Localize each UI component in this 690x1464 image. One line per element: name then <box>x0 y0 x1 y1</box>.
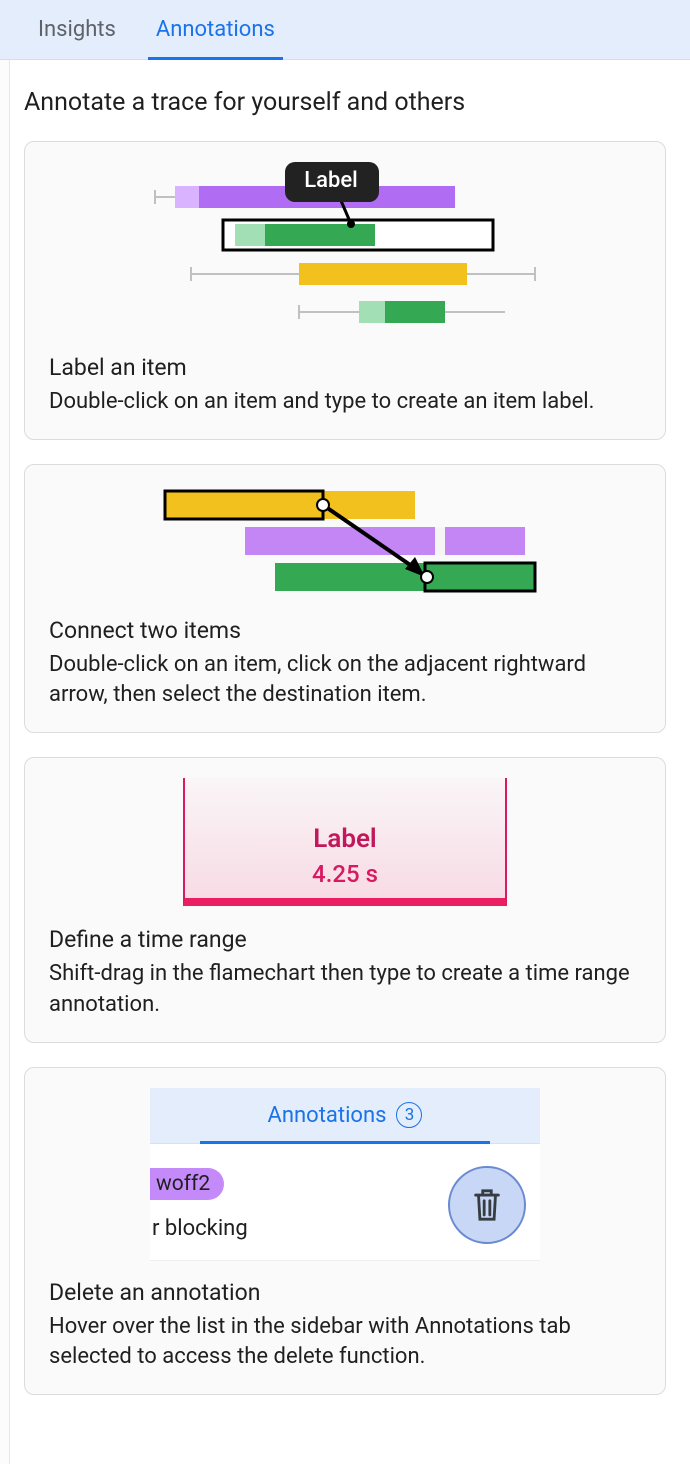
card-label-item: Label Label an item Double-click on an i… <box>24 141 666 440</box>
card-delete-annotation: Annotations 3 woff2 r blocking Delete an… <box>24 1067 666 1395</box>
annotation-pill: woff2 <box>150 1168 224 1200</box>
card4-title: Delete an annotation <box>49 1279 641 1306</box>
connect-illustration <box>49 485 641 605</box>
trash-icon <box>470 1186 504 1224</box>
card4-desc: Hover over the list in the sidebar with … <box>49 1312 641 1372</box>
card3-desc: Shift-drag in the flamechart then type t… <box>49 959 641 1019</box>
tab-annotations[interactable]: Annotations <box>136 0 295 59</box>
card1-title: Label an item <box>49 354 641 381</box>
annotations-panel: Annotations 3 woff2 r blocking <box>150 1088 540 1261</box>
card2-title: Connect two items <box>49 617 641 644</box>
content: Annotate a trace for yourself and others <box>0 60 690 1459</box>
range-label: Label <box>313 824 376 854</box>
page-title: Annotate a trace for yourself and others <box>24 88 666 117</box>
card1-desc: Double-click on an item and type to crea… <box>49 387 641 417</box>
range-duration: 4.25 s <box>312 860 378 888</box>
card-connect-items: Connect two items Double-click on an ite… <box>24 464 666 733</box>
tab-annotations-label: Annotations <box>156 17 275 42</box>
delete-annotation-button[interactable] <box>448 1166 526 1244</box>
tab-insights-label: Insights <box>38 17 116 42</box>
tab-insights[interactable]: Insights <box>18 0 136 59</box>
left-rail <box>0 0 10 1464</box>
annotations-count-badge: 3 <box>396 1102 422 1128</box>
label-illustration: Label <box>49 162 641 342</box>
annotation-subtext: r blocking <box>150 1216 448 1241</box>
annotations-panel-tab-label: Annotations <box>268 1103 387 1128</box>
card2-desc: Double-click on an item, click on the ad… <box>49 650 641 710</box>
time-range-illustration: Label 4.25 s <box>183 778 507 906</box>
annotations-panel-tab[interactable]: Annotations 3 <box>150 1088 540 1144</box>
card3-title: Define a time range <box>49 926 641 953</box>
tabbar: Insights Annotations <box>0 0 690 60</box>
annotation-row[interactable]: woff2 r blocking <box>150 1144 540 1260</box>
label-badge-text: Label <box>304 168 358 193</box>
card-time-range: Label 4.25 s Define a time range Shift-d… <box>24 757 666 1042</box>
